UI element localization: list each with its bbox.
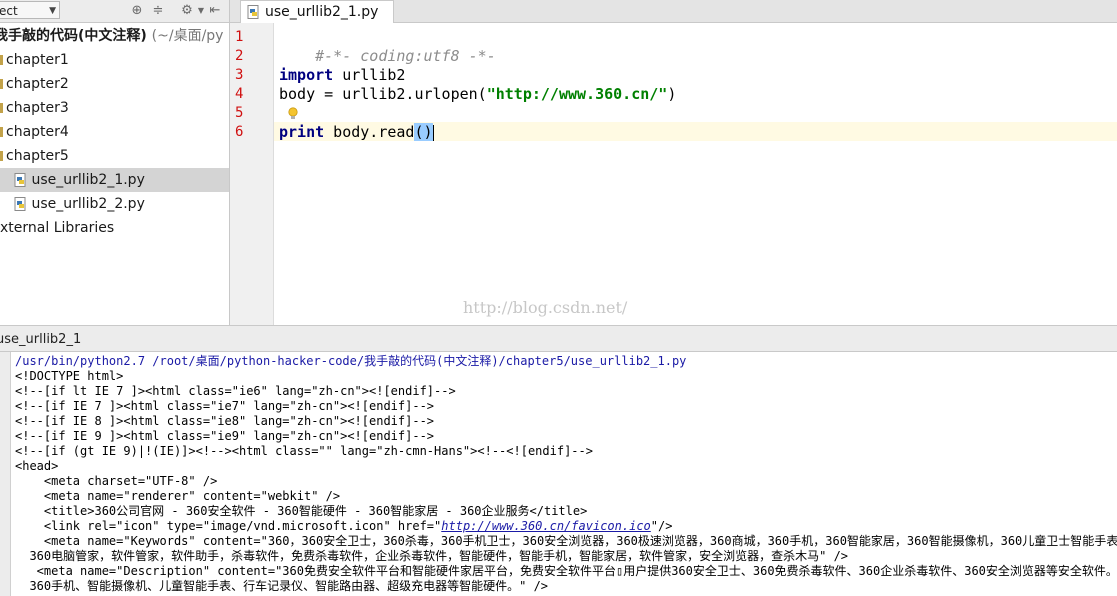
chevron-down-icon: ▼	[49, 6, 56, 16]
tree-item-label: xternal Libraries	[0, 220, 115, 236]
tree-item-label: chapter4	[6, 124, 69, 140]
run-console-output[interactable]: /usr/bin/python2.7 /root/桌面/python-hacke…	[11, 352, 1117, 596]
console-line: 360电脑管家，软件管家，软件助手，杀毒软件，免费杀毒软件，企业杀毒软件，智能硬…	[15, 549, 849, 563]
run-tab-label[interactable]: use_urllib2_1	[0, 332, 81, 347]
console-text: <link rel="icon" type="image/vnd.microso…	[15, 519, 442, 533]
code-line-1: #-*- coding:utf8 -*-	[279, 28, 496, 65]
code-lines: #-*- coding:utf8 -*- import urllib2 body…	[274, 23, 1117, 325]
code-text: body.read	[324, 123, 415, 141]
hide-panel-icon[interactable]: ⇤	[206, 2, 224, 20]
console-line: <meta name="Description" content="360免费安…	[15, 564, 1117, 578]
code-keyword: import	[279, 66, 334, 84]
console-line: <meta name="renderer" content="webkit" /…	[15, 489, 341, 503]
console-text: "/>	[650, 519, 673, 533]
console-line: <title>360公司官网 - 360安全软件 - 360智能硬件 - 360…	[15, 504, 588, 518]
python-file-icon	[247, 4, 259, 19]
tree-item-label: use_urllib2_1.py	[31, 172, 145, 188]
tree-item-chapter2[interactable]: chapter2	[0, 72, 229, 96]
code-paren-match: ()	[414, 123, 433, 141]
code-keyword: print	[279, 123, 325, 141]
project-panel: ect ▼ ⊕ ≑ ⚙ ▼ ⇤ 我手敲的代码(中文注释) (~/桌面/py ch…	[0, 0, 230, 325]
code-comment: #-*- coding:utf8 -*-	[315, 47, 496, 65]
line-number: 1	[235, 29, 244, 45]
collapse-all-icon[interactable]: ≑	[149, 2, 167, 20]
editor-tab-label: use_urllib2_1.py	[265, 4, 379, 20]
console-link[interactable]: http://www.360.cn/favicon.ico	[441, 519, 651, 533]
console-line: <!--[if (gt IE 9)|!(IE)]><!--><html clas…	[15, 444, 593, 458]
console-line: <!--[if IE 7 ]><html class="ie7" lang="z…	[15, 399, 435, 413]
code-text: urllib2	[333, 66, 406, 84]
line-number: 4	[235, 86, 244, 102]
lightbulb-icon[interactable]	[287, 107, 299, 121]
line-number: 5	[235, 105, 244, 121]
folder-icon	[0, 127, 3, 137]
folder-icon	[0, 151, 3, 161]
code-text: )	[667, 85, 677, 103]
tree-item-label: use_urllib2_2.py	[31, 196, 145, 212]
python-file-icon	[14, 196, 26, 211]
folder-icon	[0, 79, 3, 89]
console-line: <meta charset="UTF-8" />	[15, 474, 218, 488]
line-number: 3	[235, 67, 244, 83]
line-number: 6	[235, 124, 244, 140]
console-line: <head>	[15, 459, 59, 473]
folder-icon	[0, 103, 3, 113]
project-toolbar: ect ▼ ⊕ ≑ ⚙ ▼ ⇤	[0, 0, 229, 23]
line-number: 2	[235, 48, 244, 64]
console-line: <!--[if IE 9 ]><html class="ie9" lang="z…	[15, 429, 435, 443]
tree-root-name: 我手敲的代码(中文注释)	[0, 28, 147, 44]
tree-item-label: chapter5	[6, 148, 69, 164]
run-panel-header: use_urllib2_1	[0, 325, 1117, 352]
code-text: body = urllib2.urlopen(	[279, 85, 487, 103]
tree-item-label: chapter1	[6, 52, 69, 68]
folder-icon	[0, 55, 3, 65]
console-line: <!DOCTYPE html>	[15, 369, 124, 383]
project-view-selector-label: ect	[0, 4, 18, 18]
tree-item-chapter1[interactable]: chapter1	[0, 48, 229, 72]
tree-item-label: chapter3	[6, 100, 69, 116]
tree-item-external-libraries[interactable]: xternal Libraries	[0, 216, 229, 240]
tree-item-chapter5[interactable]: chapter5	[0, 144, 229, 168]
tree-item-use-urllib2-1[interactable]: use_urllib2_1.py	[0, 168, 229, 192]
tree-item-use-urllib2-2[interactable]: use_urllib2_2.py	[0, 192, 229, 216]
line-number-gutter: 1 2 3 4 5 6	[230, 23, 274, 325]
tree-root-path: (~/桌面/py	[151, 28, 224, 44]
editor-tab-bar: use_urllib2_1.py	[230, 0, 1117, 23]
tree-item-chapter3[interactable]: chapter3	[0, 96, 229, 120]
console-line: <meta name="Keywords" content="360，360安全…	[15, 534, 1117, 548]
text-caret	[432, 124, 434, 141]
editor-tab-use-urllib2-1[interactable]: use_urllib2_1.py	[240, 0, 394, 23]
console-line: <!--[if lt IE 7 ]><html class="ie6" lang…	[15, 384, 456, 398]
code-line-4: body = urllib2.urlopen("http://www.360.c…	[279, 85, 676, 104]
project-view-selector[interactable]: ect ▼	[0, 1, 60, 19]
python-file-icon	[14, 172, 26, 187]
console-line: 360手机、智能摄像机、儿童智能手表、行车记录仪、智能路由器、超级充电器等智能硬…	[15, 579, 549, 593]
watermark-text: http://blog.csdn.net/	[463, 298, 628, 317]
locate-icon[interactable]: ⊕	[128, 2, 146, 20]
code-line-6: print body.read()	[279, 123, 434, 142]
code-line-3: import urllib2	[279, 66, 405, 85]
run-toolbar	[0, 352, 11, 596]
console-line: <!--[if IE 8 ]><html class="ie8" lang="z…	[15, 414, 435, 428]
console-line-favicon: <link rel="icon" type="image/vnd.microso…	[15, 519, 673, 534]
console-command-line: /usr/bin/python2.7 /root/桌面/python-hacke…	[15, 354, 687, 368]
tree-item-label: chapter2	[6, 76, 69, 92]
tree-item-chapter4[interactable]: chapter4	[0, 120, 229, 144]
tree-root[interactable]: 我手敲的代码(中文注释) (~/桌面/py	[0, 24, 229, 48]
code-string: "http://www.360.cn/"	[486, 85, 668, 103]
